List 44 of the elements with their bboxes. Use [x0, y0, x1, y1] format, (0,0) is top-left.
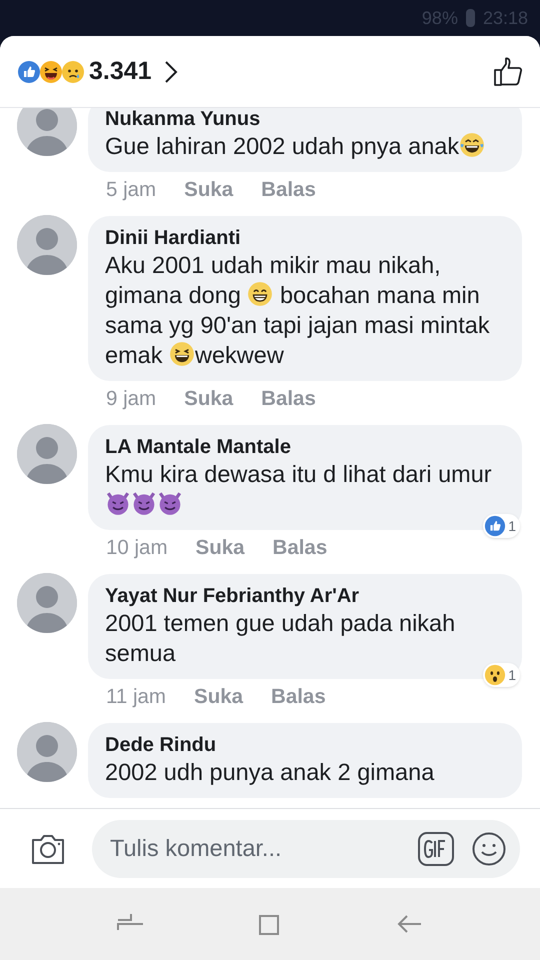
- laughing-face-icon: [169, 341, 195, 367]
- laughing-face-icon: [459, 132, 486, 158]
- comment-time: 10 jam: [106, 535, 168, 562]
- chevron-right-icon[interactable]: [164, 60, 178, 84]
- comment-time: 9 jam: [106, 386, 156, 412]
- commenter-name[interactable]: Yayat Nur Febrianthy Ar'Ar: [105, 584, 505, 608]
- commenter-name[interactable]: LA Mantale Mantale: [105, 435, 505, 459]
- comment-time: 5 jam: [106, 177, 156, 204]
- like-icon: [17, 60, 41, 84]
- reaction-count[interactable]: 3.341: [89, 52, 152, 90]
- reply-link[interactable]: Balas: [272, 533, 328, 564]
- like-link[interactable]: Suka: [184, 175, 234, 206]
- sad-face-icon: [61, 60, 85, 84]
- like-link[interactable]: Suka: [194, 682, 244, 713]
- commenter-name[interactable]: Dinii Hardianti: [105, 226, 505, 250]
- grinning-face-icon: [247, 281, 274, 307]
- comment-text: 2002 udh punya anak 2 gimana: [105, 758, 436, 787]
- reply-link[interactable]: Balas: [261, 384, 316, 415]
- like-icon: [484, 515, 506, 537]
- comment-time: 11 jam: [106, 684, 166, 710]
- comment-text: 2001 temen gue udah pada nikah semua: [105, 609, 456, 668]
- devil-face-icon: [105, 490, 131, 516]
- surprised-face-icon: [484, 664, 506, 686]
- avatar[interactable]: [17, 108, 77, 156]
- reply-link[interactable]: Balas: [261, 175, 316, 206]
- devil-face-icon: [157, 490, 183, 516]
- battery-icon: [466, 9, 475, 27]
- devil-face-icon: [131, 490, 157, 516]
- commenter-name[interactable]: Dede Rindu: [105, 733, 505, 757]
- gif-icon[interactable]: [418, 832, 454, 866]
- reply-link[interactable]: Balas: [271, 682, 326, 713]
- reaction-count: 1: [508, 666, 516, 684]
- comment-text: Gue lahiran 2002 udah pnya anak: [105, 131, 505, 161]
- like-link[interactable]: Suka: [196, 533, 245, 564]
- reaction-badge[interactable]: 1: [483, 663, 520, 687]
- laughing-face-icon: [39, 60, 63, 84]
- like-link[interactable]: Suka: [184, 384, 234, 415]
- reaction-badge[interactable]: 1: [483, 514, 520, 538]
- comment-text: Aku 2001 udah mikir mau nikah, gimana dong bocahan mana min sama yg 90'an tapi jajan masi mintak emak wekwew: [105, 251, 491, 370]
- thumbs-up-icon[interactable]: [493, 56, 523, 86]
- reaction-count: 1: [508, 516, 516, 536]
- smiley-icon[interactable]: [472, 832, 506, 866]
- commenter-name[interactable]: Nukanma Yunus: [105, 108, 505, 131]
- comment-field[interactable]: Tulis komentar...: [92, 820, 520, 878]
